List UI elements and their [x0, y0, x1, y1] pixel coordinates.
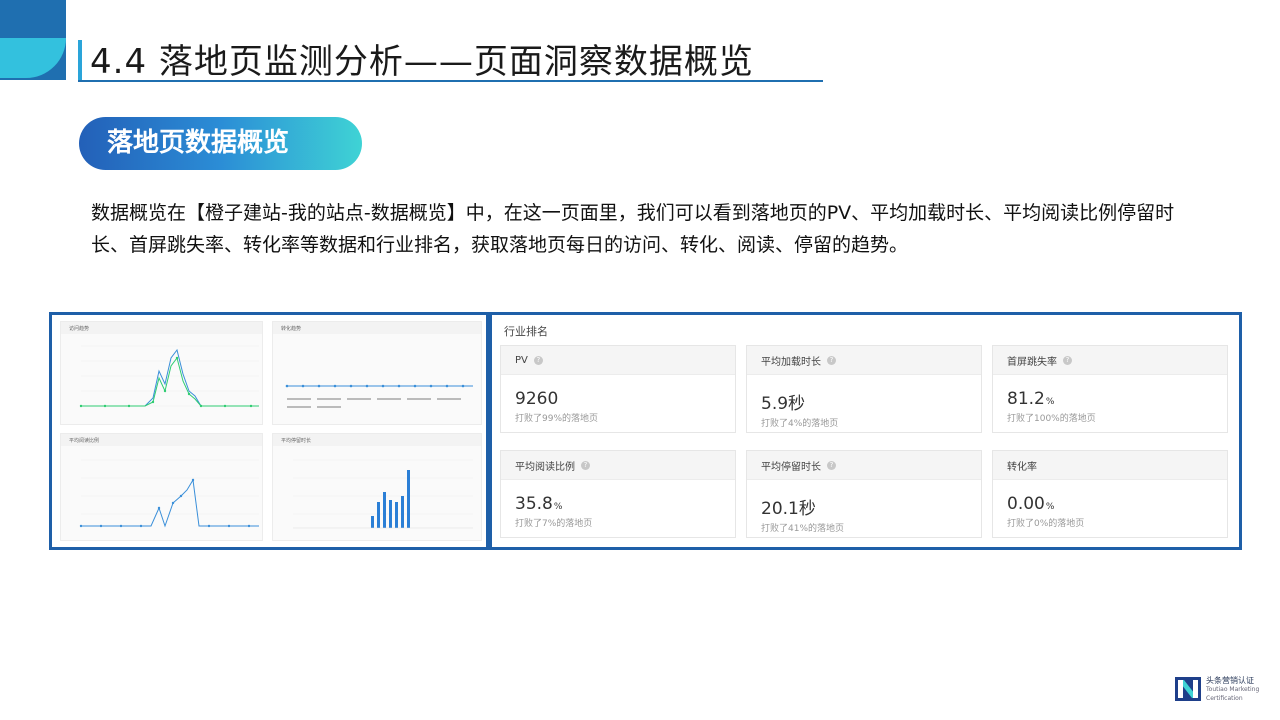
- metric-label: 平均阅读比例: [515, 461, 575, 473]
- metric-label: 平均加载时长: [761, 356, 821, 368]
- metric-label: 首屏跳失率: [1007, 356, 1057, 368]
- metric-rank-text: 打败了7%的落地页: [515, 519, 593, 529]
- metric-unit: %: [1045, 502, 1055, 512]
- metric-card-bounce-rate: 首屏跳失率? 81.2% 打败了100%的落地页: [992, 345, 1228, 433]
- metric-rank-text: 打败了0%的落地页: [1007, 519, 1085, 529]
- visit-trend-plot: [79, 345, 259, 408]
- metric-value: 5.9秒: [761, 394, 806, 414]
- metric-card-load-time: 平均加载时长? 5.9秒 打败了4%的落地页: [746, 345, 982, 433]
- metric-rank-text: 打败了100%的落地页: [1007, 414, 1096, 424]
- trend-charts-screenshot: 访问趋势 转化趋势 平均阅读比例 平均停留时长: [49, 312, 489, 550]
- page-title: 4.4 落地页监测分析——页面洞察数据概览: [90, 42, 754, 82]
- title-marker: [78, 40, 82, 80]
- metric-rank-text: 打败了4%的落地页: [761, 419, 839, 429]
- help-icon[interactable]: ?: [1063, 355, 1072, 365]
- chart-title: 访问趋势: [61, 322, 262, 334]
- chart-title: 平均阅读比例: [61, 434, 262, 446]
- read-ratio-plot: [79, 459, 259, 528]
- help-icon[interactable]: ?: [827, 355, 836, 365]
- conversion-trend-chart: 转化趋势: [272, 321, 482, 425]
- brand-name-cn: 头条营销认证: [1206, 676, 1254, 685]
- industry-rank-title: 行业排名: [504, 325, 548, 338]
- stay-duration-chart: 平均停留时长: [272, 433, 482, 541]
- title-underline: [78, 80, 823, 82]
- metric-rank-text: 打败了99%的落地页: [515, 414, 599, 424]
- metric-value: 9260: [515, 389, 559, 409]
- metric-value: 0.00: [1007, 494, 1045, 514]
- metric-value: 20.1秒: [761, 499, 816, 519]
- chart-title: 转化趋势: [273, 322, 481, 334]
- metric-value: 35.8: [515, 494, 553, 514]
- description-text: 数据概览在【橙子建站-我的站点-数据概览】中，在这一页面里，我们可以看到落地页的…: [91, 202, 1175, 256]
- help-icon[interactable]: ?: [533, 355, 543, 365]
- metric-label: 转化率: [1007, 461, 1037, 473]
- visit-trend-chart: 访问趋势: [60, 321, 263, 425]
- conversion-trend-plot: [285, 384, 473, 408]
- industry-rank-screenshot: 行业排名 PV? 9260 打败了99%的落地页 平均加载时长? 5.9秒 打败…: [489, 312, 1242, 550]
- read-ratio-chart: 平均阅读比例: [60, 433, 263, 541]
- help-icon[interactable]: ?: [581, 460, 590, 470]
- metric-card-pv: PV? 9260 打败了99%的落地页: [500, 345, 736, 433]
- section-pill: 落地页数据概览: [79, 117, 362, 170]
- metric-card-read-ratio: 平均阅读比例? 35.8% 打败了7%的落地页: [500, 450, 736, 538]
- metric-card-conversion-rate: 转化率 0.00% 打败了0%的落地页: [992, 450, 1228, 538]
- brand-name-en-1: Toutiao Marketing: [1206, 686, 1260, 693]
- brand-name-en-2: Certification: [1206, 695, 1243, 702]
- metric-card-stay-time: 平均停留时长? 20.1秒 打败了41%的落地页: [746, 450, 982, 538]
- brand-text: 头条营销认证 Toutiao Marketing Certification: [1206, 676, 1259, 703]
- metric-unit: %: [553, 502, 563, 512]
- metric-label: PV: [515, 354, 528, 366]
- metric-unit: %: [1045, 397, 1055, 407]
- stay-duration-plot: [293, 459, 473, 529]
- metric-label: 平均停留时长: [761, 461, 821, 473]
- brand-logo-icon: [1175, 677, 1201, 701]
- chart-title: 平均停留时长: [273, 434, 481, 446]
- metric-rank-text: 打败了41%的落地页: [761, 524, 845, 534]
- help-icon[interactable]: ?: [827, 460, 836, 470]
- metric-value: 81.2: [1007, 389, 1045, 409]
